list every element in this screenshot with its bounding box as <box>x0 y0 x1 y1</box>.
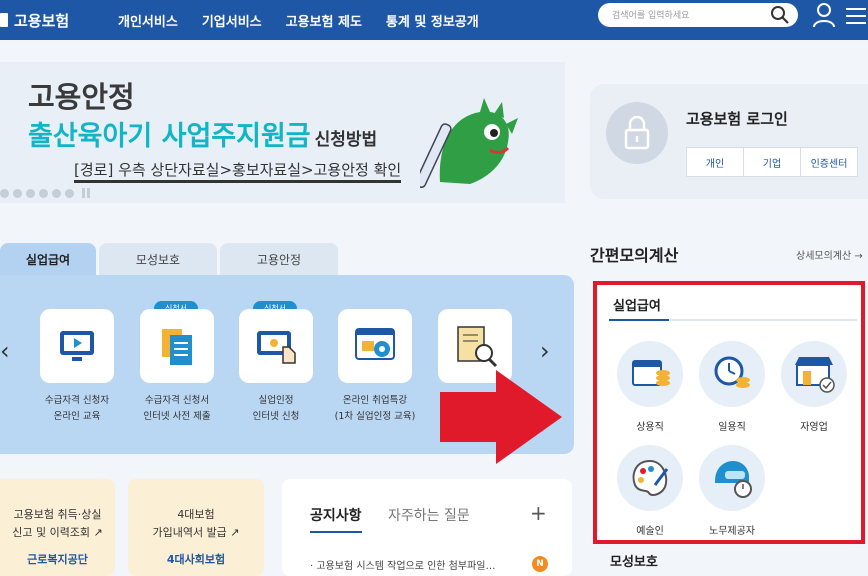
calc-title: 간편모의계산 <box>590 246 679 265</box>
calc-highlight-box: 실업급여 상용직 일용직 자영업 예술인 노무제공자 <box>593 281 865 544</box>
pause-icon[interactable] <box>82 188 92 198</box>
service-label: 수급자격 신청서 인터넷 사전 제출 <box>143 395 211 422</box>
four-insurance-logo: 4대사회보험 <box>166 553 226 566</box>
highlight-arrow-icon <box>440 370 562 464</box>
banner-pagination[interactable] <box>0 188 92 198</box>
divider <box>609 319 857 321</box>
more-plus-icon[interactable]: + <box>530 501 547 525</box>
tab-employment-stability[interactable]: 고용안정 <box>220 243 338 275</box>
dinosaur-mascot-icon <box>420 98 518 188</box>
service-online-education-icon[interactable] <box>40 309 114 383</box>
carousel-next-icon[interactable]: › <box>540 337 550 365</box>
hamburger-menu-icon[interactable] <box>846 8 866 29</box>
user-icon[interactable] <box>812 2 836 28</box>
calc-label-regular: 상용직 <box>636 422 664 433</box>
site-logo[interactable]: 고용보험 <box>0 0 69 40</box>
calc-subtitle: 실업급여 <box>613 299 661 314</box>
calc-label-self-employed: 자영업 <box>800 422 828 433</box>
promo-banner[interactable]: 고용안정 출산육아기 사업주지원금 신청방법 [경로] 우측 상단자료실>홍보자료… <box>0 62 565 203</box>
service-online-lecture-icon[interactable] <box>338 309 412 383</box>
calc-label-daily: 일용직 <box>718 422 746 433</box>
labor-provider-icon[interactable] <box>699 445 765 511</box>
tab-notices[interactable]: 공지사항 <box>310 505 362 533</box>
tab-maternity[interactable]: 모성보호 <box>99 243 217 275</box>
service-label: 온라인 취업특강 (1차 실업인정 교육) <box>334 395 416 422</box>
login-card: 고용보험 로그인 개인 기업 인증센터 <box>590 84 868 199</box>
login-business-button[interactable]: 기업 <box>743 147 801 177</box>
insurance-history-card[interactable]: 고용보험 취득·상실 신고 및 이력조회 ↗ 근로복지공단 <box>0 479 115 576</box>
login-cert-center-button[interactable]: 인증센터 <box>800 147 858 177</box>
menu-business[interactable]: 기업서비스 <box>202 11 262 30</box>
menu-statistics[interactable]: 통계 및 정보공개 <box>386 11 479 30</box>
calc-label-artist: 예술인 <box>636 526 664 537</box>
menu-individual[interactable]: 개인서비스 <box>118 11 178 30</box>
service-tabs: 실업급여 모성보호 고용안정 <box>0 243 338 275</box>
service-unemployment-recognition-icon[interactable] <box>239 309 313 383</box>
login-title: 고용보험 로그인 <box>686 110 788 128</box>
search-icon[interactable] <box>770 5 790 25</box>
card-text: 고용보험 취득·상실 신고 및 이력조회 ↗ <box>12 508 103 539</box>
logo-mark-icon <box>0 13 8 27</box>
banner-title: 고용안정 <box>28 80 135 114</box>
service-label: 수급자격 신청자 온라인 교육 <box>44 395 110 422</box>
carousel-prev-icon[interactable]: ‹ <box>0 337 10 365</box>
card-text: 4대보험 가입내역서 발급 ↗ <box>152 508 240 539</box>
banner-subtitle: 출산육아기 사업주지원금 신청방법 <box>28 121 378 152</box>
menu-system[interactable]: 고용보험 제도 <box>286 11 362 30</box>
new-badge: N <box>532 556 548 572</box>
regular-worker-icon[interactable] <box>617 341 683 407</box>
login-individual-button[interactable]: 개인 <box>686 147 744 177</box>
main-menu: 개인서비스 기업서비스 고용보험 제도 통계 및 정보공개 <box>118 0 479 40</box>
four-insurance-card[interactable]: 4대보험 가입내역서 발급 ↗ 4대사회보험 <box>128 479 264 576</box>
service-label: 실업인정 인터넷 신청 <box>252 395 300 422</box>
notice-panel: 공지사항 자주하는 질문 + · 고용보험 시스템 작업으로 인한 첨부파일… … <box>282 479 572 576</box>
artist-icon[interactable] <box>617 445 683 511</box>
maternity-section-title: 모성보호 <box>610 555 658 570</box>
calc-label-labor-provider: 노무제공자 <box>709 526 755 537</box>
search-box[interactable]: 검색어를 입력하세요 <box>598 3 798 27</box>
kcomwel-logo: 근로복지공단 <box>27 553 88 566</box>
lock-icon <box>606 102 668 164</box>
self-employed-icon[interactable] <box>781 341 847 407</box>
notice-item[interactable]: · 고용보험 시스템 작업으로 인한 첨부파일… <box>310 557 495 572</box>
tab-faq[interactable]: 자주하는 질문 <box>388 505 470 525</box>
banner-path: [경로] 우측 상단자료실>홍보자료실>고용안정 확인 <box>74 159 402 183</box>
service-application-submit-icon[interactable] <box>140 309 214 383</box>
logo-text: 고용보험 <box>14 11 70 30</box>
daily-worker-icon[interactable] <box>699 341 765 407</box>
search-input[interactable]: 검색어를 입력하세요 <box>612 8 689 21</box>
top-nav: 고용보험 개인서비스 기업서비스 고용보험 제도 통계 및 정보공개 검색어를 … <box>0 0 868 40</box>
detailed-calc-link[interactable]: 상세모의계산 → <box>796 247 863 262</box>
login-tabs: 개인 기업 인증센터 <box>686 147 858 177</box>
tab-unemployment[interactable]: 실업급여 <box>0 243 96 275</box>
